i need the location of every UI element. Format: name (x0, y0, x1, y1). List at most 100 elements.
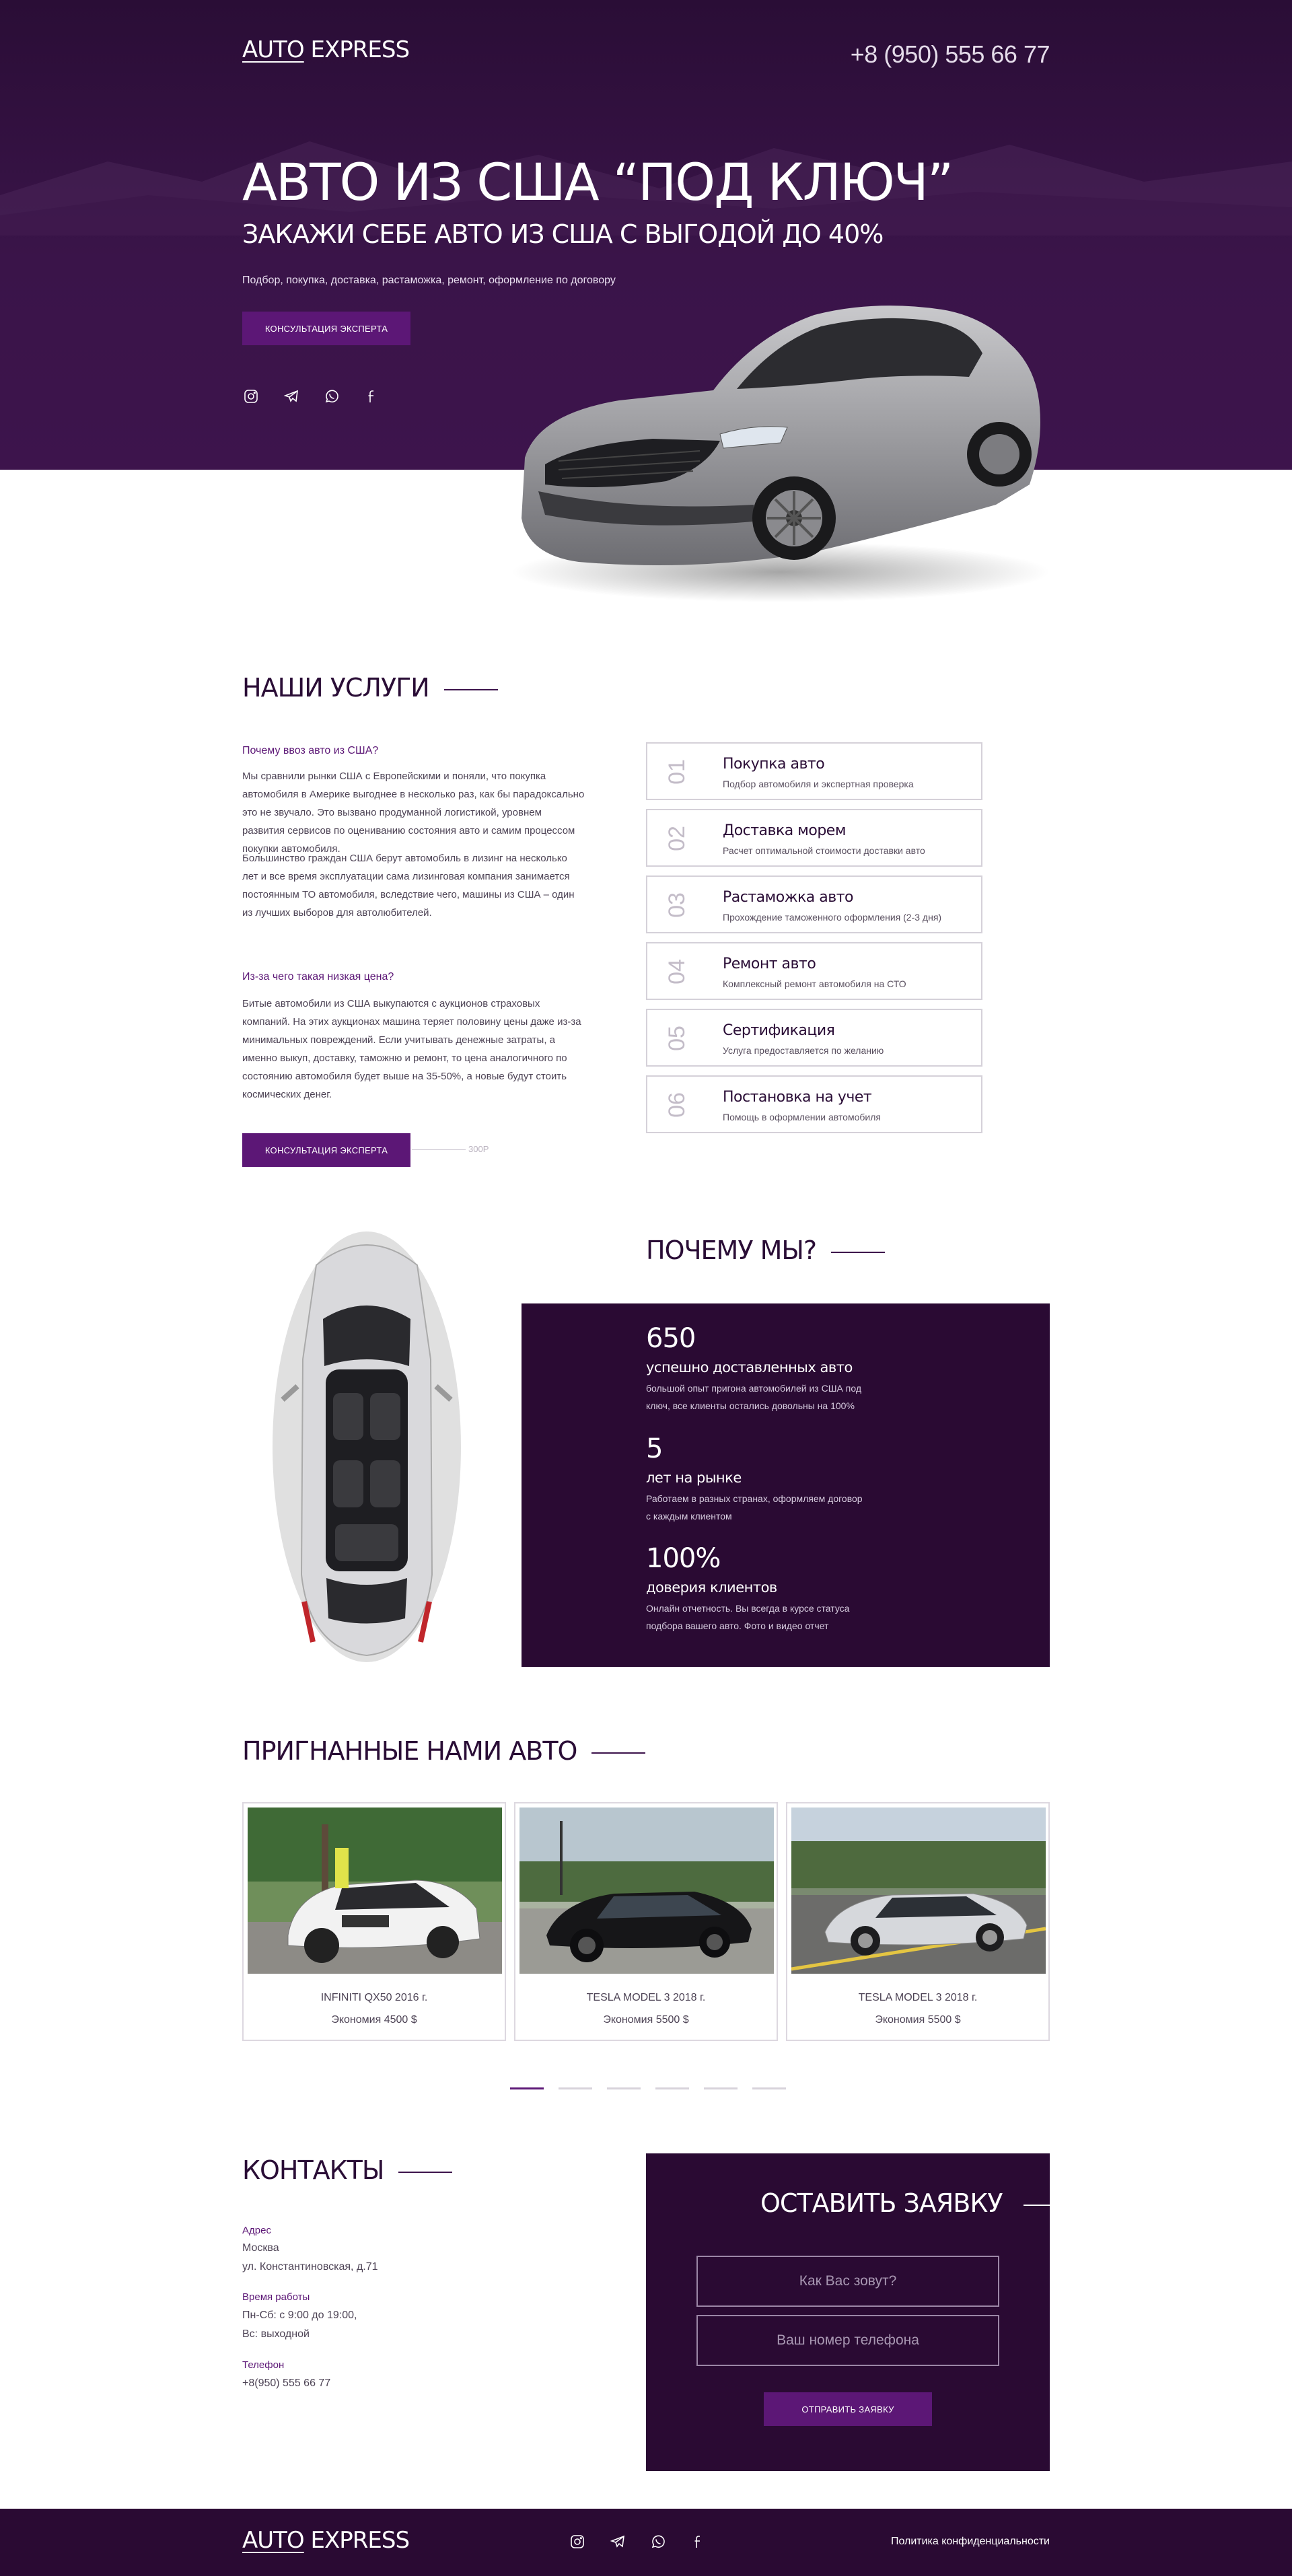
car-card[interactable]: TESLA MODEL 3 2018 г. Экономия 5500 $ (786, 1802, 1050, 2041)
hours-line-1: Пн-Сб: с 9:00 до 19:00, (242, 2310, 357, 2321)
logo-auto-text: AUTO (242, 2527, 305, 2554)
header-logo[interactable]: AUTO EXPRESS (242, 36, 410, 63)
hero-consult-button[interactable]: КОНСУЛЬТАЦИЯ ЭКСПЕРТА (242, 312, 410, 345)
instagram-icon[interactable] (569, 2533, 586, 2550)
service-item[interactable]: 03 Растаможка авто Прохождение таможенно… (646, 875, 982, 933)
carousel-pagination (510, 2087, 786, 2089)
privacy-policy-link[interactable]: Политика конфиденциальности (891, 2536, 1050, 2548)
carousel-dot[interactable] (752, 2087, 786, 2089)
car-saving: Экономия 5500 $ (603, 2014, 689, 2026)
title-underline (591, 1752, 646, 1754)
car-photo-infiniti (248, 1808, 502, 1974)
service-number: 05 (664, 1026, 690, 1051)
car-card[interactable]: INFINITI QX50 2016 г. Экономия 4500 $ (242, 1802, 506, 2041)
stat-value: 100% (646, 1543, 721, 1574)
stat-desc: Работаем в разных странах, оформляем дог… (646, 1493, 863, 1522)
title-underline (443, 688, 498, 690)
car-saving: Экономия 4500 $ (331, 2014, 417, 2026)
stat-desc: большой опыт пригона автомобилей из США … (646, 1383, 861, 1411)
service-desc: Комплексный ремонт автомобиля на СТО (723, 978, 906, 989)
footer-logo[interactable]: AUTO EXPRESS (242, 2527, 410, 2554)
carousel-dot[interactable] (704, 2087, 738, 2089)
address-line-2: ул. Константиновская, д.71 (242, 2261, 378, 2273)
address-label: Адрес (242, 2225, 271, 2236)
stat-value: 5 (646, 1433, 663, 1464)
service-item[interactable]: 01 Покупка авто Подбор автомобиля и эксп… (646, 742, 982, 800)
footer: AUTO EXPRESS Политика конфиденциальности (0, 2509, 1292, 2576)
logo-express-text: EXPRESS (310, 2527, 410, 2554)
service-item[interactable]: 05 Сертификация Услуга предоставляется п… (646, 1009, 982, 1067)
stat-value: 650 (646, 1323, 696, 1354)
service-title: Покупка авто (723, 756, 825, 773)
title-underline (398, 2171, 453, 2173)
why-title-text: ПОЧЕМУ МЫ? (646, 1236, 817, 1265)
service-title: Доставка морем (723, 822, 846, 839)
whatsapp-icon[interactable] (323, 388, 340, 405)
service-number: 04 (664, 959, 690, 985)
submit-request-button[interactable]: ОТПРАВИТЬ ЗАЯВКУ (764, 2392, 932, 2426)
services-consult-button[interactable]: КОНСУЛЬТАЦИЯ ЭКСПЕРТА (242, 1133, 410, 1167)
phone-value[interactable]: +8(950) 555 66 77 (242, 2374, 330, 2393)
hours-label: Время работы (242, 2291, 310, 2303)
service-desc: Расчет оптимальной стоимости доставки ав… (723, 845, 925, 856)
hero-car-image (511, 306, 1050, 602)
logo-auto-text: AUTO (242, 36, 305, 63)
form-title: ОСТАВИТЬ ЗАЯВКУ (760, 2188, 1077, 2218)
service-item[interactable]: 02 Доставка морем Расчет оптимальной сто… (646, 809, 982, 867)
service-desc: Прохождение таможенного оформления (2-3 … (723, 912, 942, 923)
hero-social-links (242, 388, 381, 405)
header-phone[interactable]: +8 (950) 555 66 77 (851, 40, 1050, 69)
why-title: ПОЧЕМУ МЫ? (646, 1236, 886, 1265)
service-item[interactable]: 06 Постановка на учет Помощь в оформлени… (646, 1075, 982, 1133)
telegram-icon[interactable] (609, 2533, 626, 2550)
service-number: 01 (664, 759, 690, 785)
service-title: Сертификация (723, 1022, 835, 1039)
name-input[interactable] (696, 2256, 999, 2307)
services-question-1: Почему ввоз авто из США? (242, 745, 379, 756)
title-underline (831, 1251, 886, 1253)
phone-label: Телефон (242, 2359, 285, 2371)
service-number: 03 (664, 892, 690, 918)
service-title: Постановка на учет (723, 1089, 872, 1106)
hero-subtitle: ЗАКАЖИ СЕБЕ АВТО ИЗ США С ВЫГОДОЙ ДО 40% (242, 219, 884, 249)
services-title: НАШИ УСЛУГИ (242, 673, 498, 703)
hours-line-2: Вс: выходной (242, 2328, 310, 2340)
facebook-icon[interactable] (690, 2533, 707, 2550)
car-name: INFINITI QX50 2016 г. (320, 1992, 428, 2003)
car-name: TESLA MODEL 3 2018 г. (586, 1992, 706, 2003)
address-line-1: Москва (242, 2242, 279, 2254)
services-question-2: Из-за чего такая низкая цена? (242, 971, 394, 982)
top-view-car-image (273, 1231, 461, 1662)
form-title-text: ОСТАВИТЬ ЗАЯВКУ (760, 2188, 1003, 2218)
request-form: ОСТАВИТЬ ЗАЯВКУ ОТПРАВИТЬ ЗАЯВКУ (646, 2153, 1077, 2471)
service-desc: Услуга предоставляется по желанию (723, 1045, 884, 1056)
car-saving: Экономия 5500 $ (875, 2014, 961, 2026)
carousel-dot[interactable] (510, 2087, 544, 2089)
button-aside-line (412, 1149, 466, 1150)
contacts-title: КОНТАКТЫ (242, 2155, 453, 2185)
phone-input[interactable] (696, 2315, 999, 2366)
hero-description: Подбор, покупка, доставка, растаможка, р… (242, 275, 616, 286)
service-desc: Подбор автомобиля и экспертная проверка (723, 779, 914, 789)
cars-title-text: ПРИГНАННЫЕ НАМИ АВТО (242, 1736, 577, 1766)
services-paragraph-2: Большинство граждан США берут автомобиль… (242, 853, 575, 919)
services-paragraph-3: Битые автомобили из США выкупаются с аук… (242, 998, 581, 1100)
service-item[interactable]: 04 Ремонт авто Комплексный ремонт автомо… (646, 942, 982, 1000)
telegram-icon[interactable] (283, 388, 300, 405)
carousel-dot[interactable] (655, 2087, 689, 2089)
car-card[interactable]: TESLA MODEL 3 2018 г. Экономия 5500 $ (514, 1802, 778, 2041)
footer-social-links (569, 2533, 707, 2550)
hero-title: АВТО ИЗ США “ПОД КЛЮЧ” (242, 152, 954, 212)
stat-desc: Онлайн отчетность. Вы всегда в курсе ста… (646, 1603, 850, 1631)
facebook-icon[interactable] (363, 388, 381, 405)
service-number: 02 (664, 826, 690, 851)
car-photo-lexus (791, 1808, 1046, 1974)
title-underline (1024, 2204, 1077, 2206)
instagram-icon[interactable] (242, 388, 260, 405)
services-title-text: НАШИ УСЛУГИ (242, 673, 430, 703)
service-desc: Помощь в оформлении автомобиля (723, 1112, 881, 1122)
carousel-dot[interactable] (559, 2087, 592, 2089)
whatsapp-icon[interactable] (649, 2533, 667, 2550)
car-name: TESLA MODEL 3 2018 г. (858, 1992, 978, 2003)
carousel-dot[interactable] (607, 2087, 641, 2089)
